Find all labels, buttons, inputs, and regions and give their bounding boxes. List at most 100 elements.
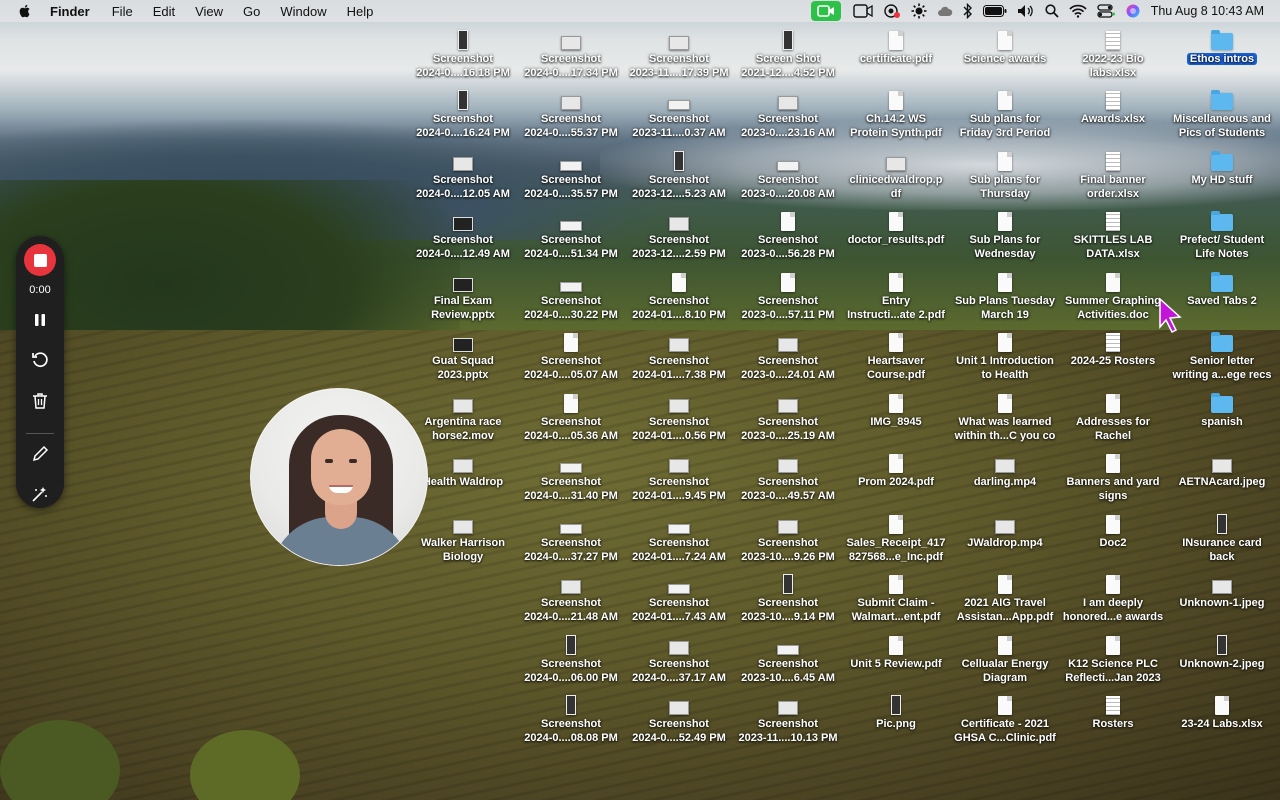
desktop-file[interactable]: Screenshot 2023-11....0.37 AM	[625, 86, 733, 140]
desktop-file[interactable]: certificate.pdf	[842, 26, 950, 66]
desktop-file[interactable]: INsurance card back	[1168, 510, 1276, 564]
desktop-file[interactable]: Unit 5 Review.pdf	[842, 631, 950, 671]
menu-clock[interactable]: Thu Aug 8 10:43 AM	[1151, 4, 1264, 18]
desktop-file[interactable]: SKITTLES LAB DATA.xlsx	[1059, 207, 1167, 261]
desktop-file[interactable]: Screenshot 2024-0....31.40 PM	[517, 449, 625, 503]
desktop-file[interactable]: JWaldrop.mp4	[951, 510, 1059, 550]
restart-button[interactable]	[28, 348, 52, 372]
desktop-file[interactable]: I am deeply honored...e awards	[1059, 570, 1167, 624]
desktop-file[interactable]: Guat Squad 2023.pptx	[409, 328, 517, 382]
desktop-file[interactable]: Walker Harrison Biology	[409, 510, 517, 564]
desktop-file[interactable]: Unknown-1.jpeg	[1168, 570, 1276, 610]
desktop-file[interactable]: Screenshot 2023-0....49.57 AM	[734, 449, 842, 503]
desktop-file[interactable]: Screenshot 2024-01....0.56 PM	[625, 389, 733, 443]
desktop-file[interactable]: Ch.14.2 WS Protein Synth.pdf	[842, 86, 950, 140]
desktop-file[interactable]: Pic.png	[842, 691, 950, 731]
desktop-file[interactable]: Screenshot 2023-11....17.39 PM	[625, 26, 733, 80]
desktop-file[interactable]: Screenshot 2023-12....2.59 PM	[625, 207, 733, 261]
desktop-file[interactable]: Doc2	[1059, 510, 1167, 550]
webcam-bubble[interactable]	[250, 388, 428, 566]
desktop-file[interactable]: Rosters	[1059, 691, 1167, 731]
desktop-file[interactable]: Screenshot 2024-0....51.34 PM	[517, 207, 625, 261]
desktop-file[interactable]: Screenshot 2024-01....7.43 AM	[625, 570, 733, 624]
desktop-file[interactable]: What was learned within th...C you co	[951, 389, 1059, 443]
desktop-file[interactable]: Screenshot 2023-0....20.08 AM	[734, 147, 842, 201]
desktop-file[interactable]: Awards.xlsx	[1059, 86, 1167, 126]
desktop-file[interactable]: Heartsaver Course.pdf	[842, 328, 950, 382]
desktop-file[interactable]: Senior letter writing a...ege recs	[1168, 328, 1276, 382]
desktop-file[interactable]: Screenshot 2024-0....08.08 PM	[517, 691, 625, 745]
desktop-file[interactable]: Screenshot 2023-0....23.16 AM	[734, 86, 842, 140]
desktop-file[interactable]: Sub Plans for Wednesday	[951, 207, 1059, 261]
desktop-file[interactable]: Screenshot 2023-0....25.19 AM	[734, 389, 842, 443]
brightness-icon[interactable]	[911, 0, 927, 22]
desktop-file[interactable]: Submit Claim - Walmart...ent.pdf	[842, 570, 950, 624]
desktop-file[interactable]: Addresses for Rachel	[1059, 389, 1167, 443]
desktop-file[interactable]: AETNAcard.jpeg	[1168, 449, 1276, 489]
control-center-icon[interactable]	[1097, 0, 1115, 22]
volume-icon[interactable]	[1017, 0, 1035, 22]
desktop-file[interactable]: Screenshot 2023-10....6.45 AM	[734, 631, 842, 685]
desktop-file[interactable]: Sub plans for Thursday	[951, 147, 1059, 201]
menu-help[interactable]: Help	[347, 4, 374, 19]
desktop-file[interactable]: Banners and yard signs	[1059, 449, 1167, 503]
desktop-file[interactable]: Screenshot 2024-0....06.00 PM	[517, 631, 625, 685]
desktop-file[interactable]: Prom 2024.pdf	[842, 449, 950, 489]
desktop-file[interactable]: IMG_8945	[842, 389, 950, 429]
desktop-file[interactable]: Screenshot 2024-0....05.07 AM	[517, 328, 625, 382]
desktop-file[interactable]: Screenshot 2023-10....9.26 PM	[734, 510, 842, 564]
desktop-file[interactable]: Sub Plans Tuesday March 19	[951, 268, 1059, 322]
desktop-file[interactable]: doctor_results.pdf	[842, 207, 950, 247]
desktop-file[interactable]: spanish	[1168, 389, 1276, 429]
desktop-file[interactable]: Unknown-2.jpeg	[1168, 631, 1276, 671]
stop-recording-button[interactable]	[24, 244, 56, 276]
desktop-file[interactable]: Screenshot 2024-01....7.24 AM	[625, 510, 733, 564]
desktop-file[interactable]: Ethos intros	[1168, 26, 1276, 66]
desktop-file[interactable]: Screenshot 2024-0....52.49 PM	[625, 691, 733, 745]
apple-menu-icon[interactable]	[17, 3, 33, 19]
desktop-file[interactable]: Prefect/ Student Life Notes	[1168, 207, 1276, 261]
cloud-icon[interactable]	[937, 0, 953, 22]
desktop-file[interactable]: Screenshot 2023-10....9.14 PM	[734, 570, 842, 624]
pause-button[interactable]	[28, 308, 52, 332]
desktop-file[interactable]: Screenshot 2024-0....05.36 AM	[517, 389, 625, 443]
search-icon[interactable]	[1045, 0, 1059, 22]
desktop-file[interactable]: Screenshot 2024-0....16.18 PM	[409, 26, 517, 80]
desktop-file[interactable]: Sub plans for Friday 3rd Period	[951, 86, 1059, 140]
screen-record-icon[interactable]	[883, 0, 901, 22]
desktop-file[interactable]: Summer Graphing Activities.doc	[1059, 268, 1167, 322]
desktop-file[interactable]: 23-24 Labs.xlsx	[1168, 691, 1276, 731]
desktop-file[interactable]: Screenshot 2024-0....16.24 PM	[409, 86, 517, 140]
desktop-file[interactable]: Argentina race horse2.mov	[409, 389, 517, 443]
desktop-file[interactable]: Screenshot 2024-01....8.10 PM	[625, 268, 733, 322]
desktop-file[interactable]: Screenshot 2024-0....12.05 AM	[409, 147, 517, 201]
desktop-file[interactable]: Screenshot 2024-01....7.38 PM	[625, 328, 733, 382]
screen-share-icon[interactable]	[853, 0, 873, 22]
wifi-icon[interactable]	[1069, 0, 1087, 22]
desktop-file[interactable]: Screenshot 2024-0....37.17 AM	[625, 631, 733, 685]
desktop-file[interactable]: My HD stuff	[1168, 147, 1276, 187]
desktop-file[interactable]: darling.mp4	[951, 449, 1059, 489]
desktop-file[interactable]: Miscellaneous and Pics of Students	[1168, 86, 1276, 140]
desktop-file[interactable]: Screenshot 2023-0....56.28 PM	[734, 207, 842, 261]
bluetooth-icon[interactable]	[963, 0, 973, 22]
battery-icon[interactable]	[982, 0, 1007, 22]
desktop-file[interactable]: Science awards	[951, 26, 1059, 66]
desktop-file[interactable]: Screenshot 2024-0....37.27 PM	[517, 510, 625, 564]
desktop-file[interactable]: Screenshot 2024-0....17.34 PM	[517, 26, 625, 80]
menu-app-finder[interactable]: Finder	[50, 4, 90, 19]
desktop-file[interactable]: Entry Instructi...ate 2.pdf	[842, 268, 950, 322]
desktop-file[interactable]: Screenshot 2023-12....5.23 AM	[625, 147, 733, 201]
desktop-file[interactable]: Screenshot 2023-0....24.01 AM	[734, 328, 842, 382]
menu-file[interactable]: File	[112, 4, 133, 19]
desktop-file[interactable]: 2022-23 Bio labs.xlsx	[1059, 26, 1167, 80]
desktop-file[interactable]: 2021 AIG Travel Assistan...App.pdf	[951, 570, 1059, 624]
desktop-file[interactable]: Screenshot 2023-11....10.13 PM	[734, 691, 842, 745]
desktop-file[interactable]: K12 Science PLC Reflecti...Jan 2023	[1059, 631, 1167, 685]
desktop-file[interactable]: Screenshot 2024-01....9.45 PM	[625, 449, 733, 503]
menu-go[interactable]: Go	[243, 4, 260, 19]
desktop-file[interactable]: Screenshot 2024-0....30.22 PM	[517, 268, 625, 322]
delete-recording-button[interactable]	[28, 389, 52, 413]
desktop-file[interactable]: Screenshot 2024-0....55.37 PM	[517, 86, 625, 140]
desktop-file[interactable]: Screenshot 2023-0....57.11 PM	[734, 268, 842, 322]
